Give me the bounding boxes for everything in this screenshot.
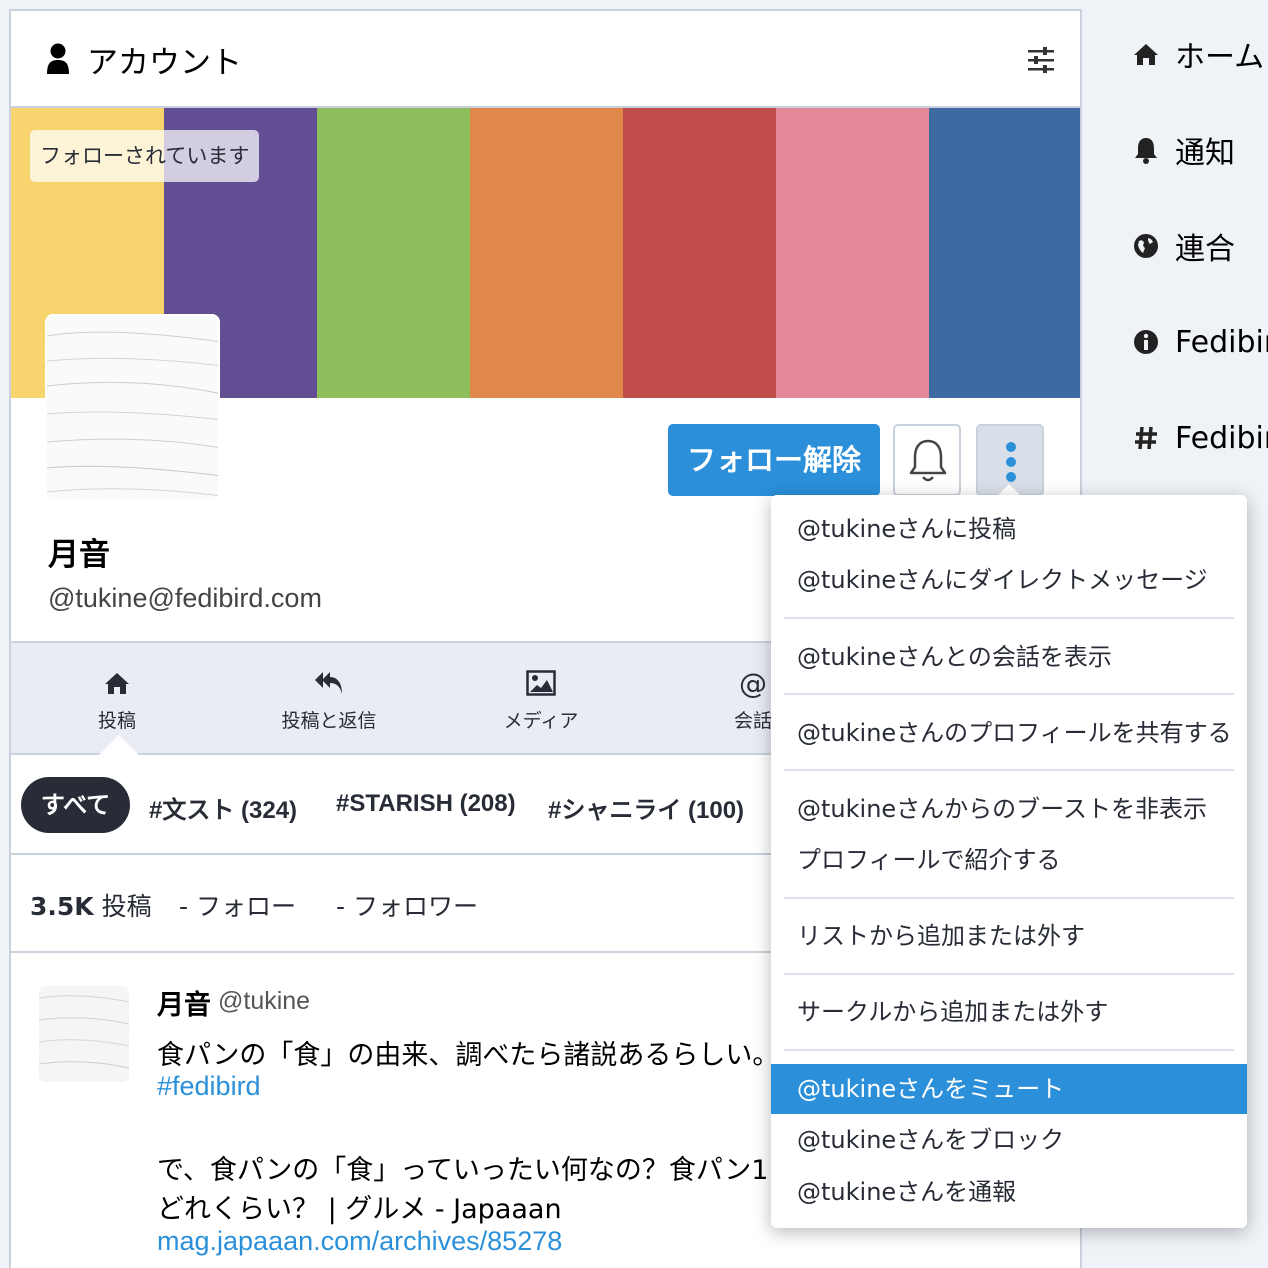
menu-item-block[interactable]: @tukineさんをブロック	[771, 1115, 1247, 1165]
menu-separator	[784, 693, 1234, 695]
menu-item-lists[interactable]: リストから追加または外す	[771, 911, 1247, 961]
posts-count[interactable]: 3.5K 投稿	[30, 887, 152, 923]
menu-separator	[784, 617, 1234, 619]
ellipsis-dot	[1006, 472, 1016, 482]
banner-stripe	[776, 108, 929, 398]
menu-item-hide-boosts[interactable]: @tukineさんからのブーストを非表示	[771, 784, 1247, 834]
banner-stripe	[623, 108, 776, 398]
account-options-menu: @tukineさんに投稿 @tukineさんにダイレクトメッセージ @tukin…	[771, 495, 1247, 1228]
menu-item-mention[interactable]: @tukineさんに投稿	[771, 504, 1247, 554]
home-icon	[105, 673, 129, 694]
column-title: アカウント	[87, 45, 242, 81]
following-count[interactable]: - フォロー	[179, 887, 296, 923]
status-display-name[interactable]: 月音	[157, 983, 211, 1022]
avatar-texture	[47, 331, 218, 497]
menu-item-report[interactable]: @tukineさんを通報	[771, 1167, 1247, 1217]
tab-posts-and-replies[interactable]: 投稿と返信	[223, 643, 435, 755]
picture-icon	[526, 670, 556, 696]
tab-label: メディア	[503, 710, 579, 732]
nav-label: 連合	[1175, 232, 1235, 267]
nav-item-notifications[interactable]: 通知	[1132, 130, 1235, 171]
column-header: アカウント	[11, 11, 1080, 108]
globe-icon	[1134, 234, 1158, 258]
followed-by-badge: フォローされています	[30, 130, 260, 182]
hash-icon	[1135, 426, 1157, 450]
posts-count-value: 3.5K	[30, 892, 94, 921]
page: アカウント フォローされています フォロー解除 月音 @tukine@fedib…	[0, 0, 1268, 1268]
reply-all-icon	[315, 672, 342, 694]
status-avatar[interactable]	[39, 986, 129, 1082]
bell-icon	[1135, 138, 1157, 164]
profile-display-name: 月音	[48, 537, 110, 573]
nav-label: 通知	[1175, 136, 1235, 171]
menu-separator	[784, 897, 1234, 899]
tag-filter-all[interactable]: すべて	[21, 777, 130, 833]
menu-item-share-profile[interactable]: @tukineさんのプロフィールを共有する	[771, 708, 1247, 758]
tab-media[interactable]: メディア	[435, 643, 647, 755]
bell-icon	[909, 439, 947, 482]
banner-stripe	[929, 108, 1080, 398]
nav-item-hashtag[interactable]: Fedibird	[1132, 418, 1268, 458]
ellipsis-dot	[1006, 442, 1016, 452]
profile-acct: @tukine@fedibird.com	[48, 583, 322, 613]
status-text: どれくらい？ | グルメ - Japaaan	[157, 1194, 562, 1225]
banner-stripe	[317, 108, 470, 398]
menu-separator	[784, 973, 1234, 975]
nav-label: Fedibird	[1175, 420, 1268, 456]
unfollow-button[interactable]: フォロー解除	[668, 424, 880, 496]
tab-label: 投稿	[97, 710, 136, 732]
notify-button[interactable]	[893, 424, 961, 496]
nav-label: ホーム	[1175, 40, 1265, 75]
menu-separator	[784, 769, 1234, 771]
menu-item-show-conversation[interactable]: @tukineさんとの会話を表示	[771, 632, 1247, 682]
banner-stripe	[470, 108, 623, 398]
tag-filter[interactable]: #文スト (324)	[149, 790, 297, 825]
tab-label: 投稿と返信	[281, 710, 377, 732]
sliders-icon[interactable]	[1026, 45, 1056, 75]
status-acct[interactable]: @tukine	[218, 987, 310, 1016]
status-text: で、食パンの「食」っていったい何なの？食パン1	[157, 1155, 769, 1186]
ellipsis-dot	[1006, 457, 1016, 467]
home-icon	[1134, 44, 1158, 65]
tag-filter[interactable]: #シャニライ (100)	[548, 790, 744, 825]
menu-item-mute[interactable]: @tukineさんをミュート	[771, 1064, 1247, 1114]
status-link[interactable]: mag.japaaan.com/archives/85278	[157, 1226, 562, 1257]
nav-label: Fedibird	[1175, 324, 1268, 360]
nav-item-home[interactable]: ホーム	[1132, 34, 1265, 75]
tag-filter[interactable]: #STARISH (208)	[336, 790, 516, 818]
active-tab-pointer	[99, 735, 139, 755]
posts-count-label: 投稿	[101, 892, 152, 921]
nav-item-federated[interactable]: 連合	[1132, 226, 1235, 267]
user-icon	[47, 43, 69, 74]
followers-count[interactable]: - フォロワー	[336, 887, 478, 923]
nav-item-about[interactable]: Fedibird	[1132, 322, 1268, 362]
status-text: 食パンの「食」の由来、調べたら諸説あるらしい。	[157, 1040, 780, 1071]
status-hashtag[interactable]: #fedibird	[157, 1071, 261, 1102]
avatar-texture	[39, 995, 129, 1069]
menu-separator	[784, 1049, 1234, 1051]
profile-avatar[interactable]	[45, 314, 220, 502]
info-icon	[1134, 330, 1158, 354]
menu-item-endorse[interactable]: プロフィールで紹介する	[771, 835, 1247, 885]
menu-item-circles[interactable]: サークルから追加または外す	[771, 987, 1247, 1037]
menu-item-direct-message[interactable]: @tukineさんにダイレクトメッセージ	[771, 555, 1247, 605]
